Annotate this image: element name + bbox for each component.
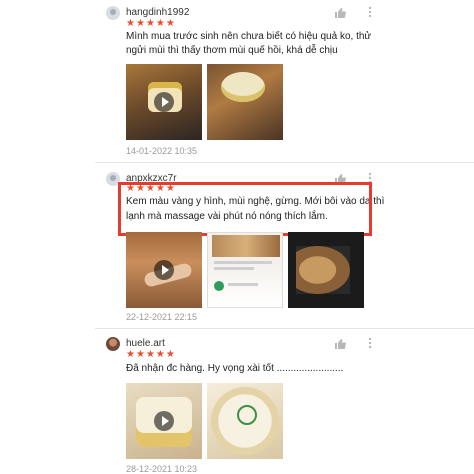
rating-stars: ★★★★★ (126, 18, 176, 29)
username[interactable]: huele.art (126, 338, 165, 349)
username[interactable]: hangdinh1992 (126, 7, 189, 18)
review-image-thumbnail[interactable] (288, 232, 364, 308)
play-icon[interactable] (154, 260, 174, 280)
shop-logo-icon (214, 281, 224, 291)
highlight-annotation-box (118, 182, 372, 236)
review-date: 22-12-2021 22:15 (126, 312, 198, 322)
play-icon[interactable] (154, 92, 174, 112)
product-screenshot-image (212, 235, 280, 257)
review-date: 28-12-2021 10:23 (126, 464, 198, 474)
divider (95, 328, 474, 329)
product-jar-image (221, 72, 265, 102)
thumbs-up-icon[interactable] (334, 338, 346, 349)
screenshot-text-line (228, 283, 258, 286)
review-image-thumbnail[interactable] (207, 383, 283, 459)
review-video-thumbnail[interactable] (126, 64, 202, 140)
thumbs-up-icon[interactable] (334, 7, 346, 18)
play-icon[interactable] (154, 411, 174, 431)
avatar[interactable] (106, 337, 120, 351)
review-image-thumbnail[interactable] (207, 64, 283, 140)
more-vertical-icon[interactable] (366, 337, 374, 349)
avatar[interactable] (106, 6, 120, 20)
more-vertical-icon[interactable] (366, 6, 374, 18)
review-text-line: Mình mua trước sinh nên chưa biết có hiệ… (126, 31, 372, 42)
screenshot-text-line (214, 261, 272, 264)
ginger-image (296, 246, 350, 294)
review-video-thumbnail[interactable] (126, 383, 202, 459)
review-text-line: Đã nhận đc hàng. Hy vọng xài tốt .......… (126, 363, 344, 374)
rating-stars: ★★★★★ (126, 349, 176, 360)
product-lid-image (211, 387, 279, 455)
review-image-thumbnail[interactable] (207, 232, 283, 308)
divider (95, 162, 474, 163)
screenshot-text-line (214, 267, 254, 270)
review-text-line: ngửi mùi thì thấy thơm mùi quế hồi, khá … (126, 45, 338, 56)
review-video-thumbnail[interactable] (126, 232, 202, 308)
review-date: 14-01-2022 10:35 (126, 146, 198, 156)
